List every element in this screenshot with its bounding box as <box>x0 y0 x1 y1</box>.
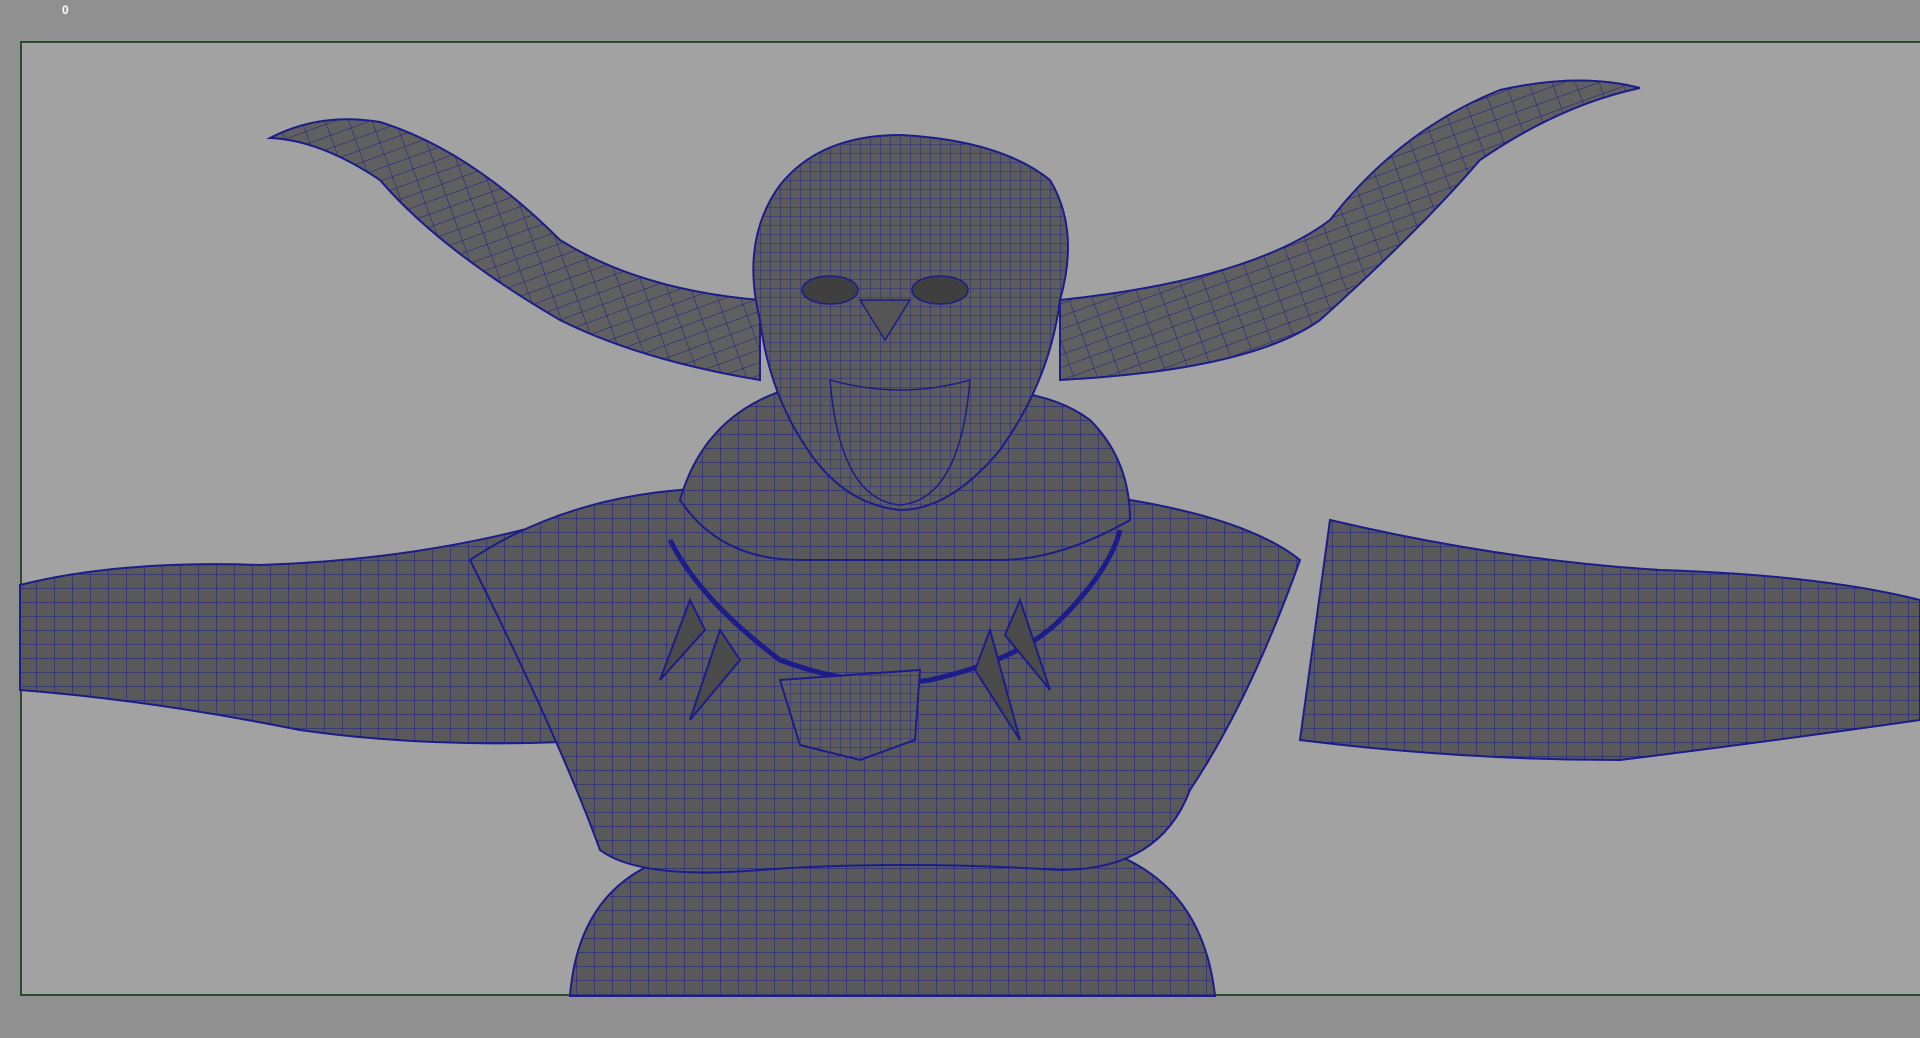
character-model[interactable] <box>0 0 1920 1038</box>
right-horn <box>1059 79 1641 382</box>
right-arm <box>1298 518 1920 762</box>
3d-viewport[interactable]: 0 <box>0 0 1920 1038</box>
left-horn <box>266 118 761 382</box>
